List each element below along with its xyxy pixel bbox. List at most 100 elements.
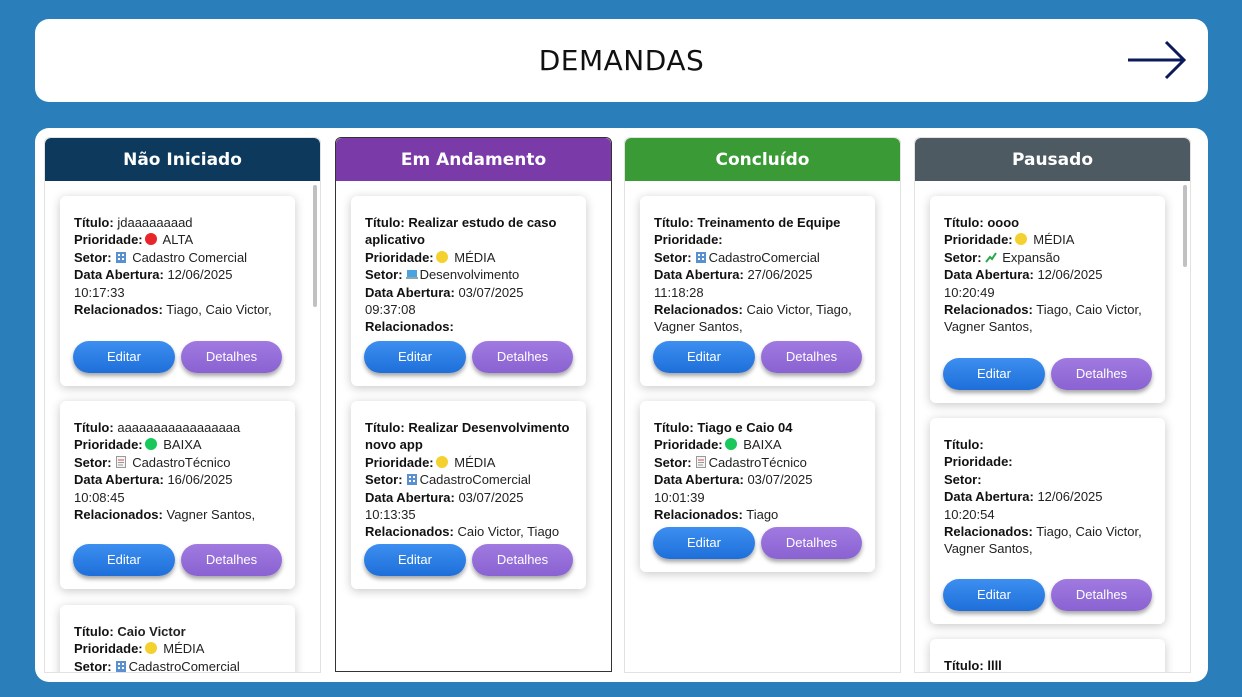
title-label: Título: <box>74 420 114 435</box>
building-icon <box>695 251 706 263</box>
edit-button[interactable]: Editar <box>73 341 175 373</box>
sector-label: Setor: <box>365 267 403 283</box>
edit-button[interactable]: Editar <box>653 341 755 373</box>
scrollbar[interactable] <box>313 185 317 307</box>
edit-button[interactable]: Editar <box>943 579 1045 611</box>
date-label: Data Abertura: <box>654 267 744 283</box>
priority-label: Prioridade: <box>365 249 434 265</box>
demand-card: Título: oooo Prioridade: MÉDIA Setor: Ex… <box>930 196 1165 403</box>
column-body[interactable]: Título: jdaaaaaaaad Prioridade: ALTA Set… <box>45 181 320 673</box>
related-label: Relacionados: <box>74 302 163 318</box>
card-title: aaaaaaaaaaaaaaaaa <box>117 420 241 435</box>
related-value: Caio Victor, Tiago <box>457 524 560 540</box>
kanban-board: Não Iniciado Título: jdaaaaaaaad Priorid… <box>35 128 1208 682</box>
laptop-icon <box>405 270 418 280</box>
column-header: Concluído <box>625 138 900 181</box>
details-button[interactable]: Detalhes <box>472 341 573 373</box>
card-title: oooo <box>987 215 1020 230</box>
date-label: Data Abertura: <box>74 472 164 488</box>
card-title: Treinamento de Equipe <box>697 215 841 230</box>
sector-value: CadastroTécnico <box>708 454 807 470</box>
priority-label: Prioridade: <box>654 437 723 453</box>
title-label: Título: <box>944 437 984 452</box>
title-label: Título: <box>74 215 114 230</box>
edit-button[interactable]: Editar <box>73 544 175 576</box>
column-body[interactable]: Título: oooo Prioridade: MÉDIA Setor: Ex… <box>915 181 1190 672</box>
page-title: DEMANDAS <box>538 44 705 77</box>
building-icon <box>406 474 417 486</box>
date-label: Data Abertura: <box>944 267 1034 283</box>
edit-button[interactable]: Editar <box>943 358 1045 390</box>
related-label: Relacionados: <box>654 302 743 318</box>
sector-label: Setor: <box>365 472 403 488</box>
date-label: Data Abertura: <box>74 267 164 283</box>
priority-label: Prioridade: <box>365 454 434 470</box>
priority-medium-icon <box>435 250 448 263</box>
arrow-right-icon[interactable] <box>1126 40 1188 80</box>
building-icon <box>115 660 126 672</box>
details-button[interactable]: Detalhes <box>761 527 862 559</box>
column-nao-iniciado: Não Iniciado Título: jdaaaaaaaad Priorid… <box>44 137 321 673</box>
column-header: Em Andamento <box>336 138 611 181</box>
sector-value: CadastroComercial <box>419 472 531 488</box>
sector-label: Setor: <box>74 658 112 673</box>
related-label: Relacionados: <box>74 507 163 523</box>
sector-value: CadastroTécnico <box>132 454 231 470</box>
priority-value: BAIXA <box>163 437 202 453</box>
date-label: Data Abertura: <box>654 472 744 488</box>
sector-label: Setor: <box>74 454 112 470</box>
priority-value: MÉDIA <box>1033 232 1075 248</box>
scrollbar[interactable] <box>1183 185 1187 267</box>
priority-label: Prioridade: <box>74 641 143 657</box>
edit-button[interactable]: Editar <box>364 544 466 576</box>
demand-card: Título: Caio Victor Prioridade: MÉDIA Se… <box>60 605 295 673</box>
priority-value: BAIXA <box>743 437 782 453</box>
priority-value: MÉDIA <box>454 249 496 265</box>
related-label: Relacionados: <box>365 524 454 540</box>
card-title: Tiago e Caio 04 <box>697 420 793 435</box>
priority-low-icon <box>144 438 157 451</box>
details-button[interactable]: Detalhes <box>472 544 573 576</box>
sector-label: Setor: <box>654 454 692 470</box>
details-button[interactable]: Detalhes <box>761 341 862 373</box>
title-label: Título: <box>654 215 694 230</box>
date-label: Data Abertura: <box>944 489 1034 505</box>
title-label: Título: <box>944 215 984 230</box>
demand-card: Título: jdaaaaaaaad Prioridade: ALTA Set… <box>60 196 295 386</box>
chart-up-icon <box>984 252 997 263</box>
edit-button[interactable]: Editar <box>364 341 466 373</box>
priority-medium-icon <box>144 642 157 655</box>
demand-card: Título: Prioridade: Setor: Data Abertura… <box>930 418 1165 624</box>
related-label: Relacionados: <box>654 507 743 523</box>
demand-card: Título: Realizar estudo de caso aplicati… <box>351 196 586 386</box>
sector-value: Expansão <box>1002 249 1061 265</box>
sector-label: Setor: <box>74 249 112 265</box>
page-header: DEMANDAS <box>35 19 1208 102</box>
priority-medium-icon <box>1014 233 1027 246</box>
column-body[interactable]: Título: Treinamento de Equipe Prioridade… <box>625 181 900 672</box>
card-title: jdaaaaaaaad <box>117 215 193 230</box>
title-label: Título: <box>365 420 405 435</box>
details-button[interactable]: Detalhes <box>1051 579 1152 611</box>
title-label: Título: <box>654 420 694 435</box>
sector-value: Cadastro Comercial <box>132 249 248 265</box>
priority-label: Prioridade: <box>74 232 143 248</box>
demand-card: Título: Tiago e Caio 04 Prioridade: BAIX… <box>640 401 875 572</box>
column-concluido: Concluído Título: Treinamento de Equipe … <box>624 137 901 673</box>
sector-value: CadastroComercial <box>128 658 240 673</box>
sector-label: Setor: <box>944 471 982 487</box>
document-icon <box>115 455 126 468</box>
title-label: Título: <box>365 215 405 230</box>
priority-value: MÉDIA <box>163 641 205 657</box>
details-button[interactable]: Detalhes <box>181 544 282 576</box>
details-button[interactable]: Detalhes <box>181 341 282 373</box>
details-button[interactable]: Detalhes <box>1051 358 1152 390</box>
priority-label: Prioridade: <box>654 232 723 248</box>
priority-label: Prioridade: <box>74 437 143 453</box>
column-header: Pausado <box>915 138 1190 181</box>
building-icon <box>115 251 126 263</box>
column-body[interactable]: Título: Realizar estudo de caso aplicati… <box>336 181 611 671</box>
document-icon <box>695 455 706 468</box>
edit-button[interactable]: Editar <box>653 527 755 559</box>
related-value: Tiago <box>746 507 779 523</box>
